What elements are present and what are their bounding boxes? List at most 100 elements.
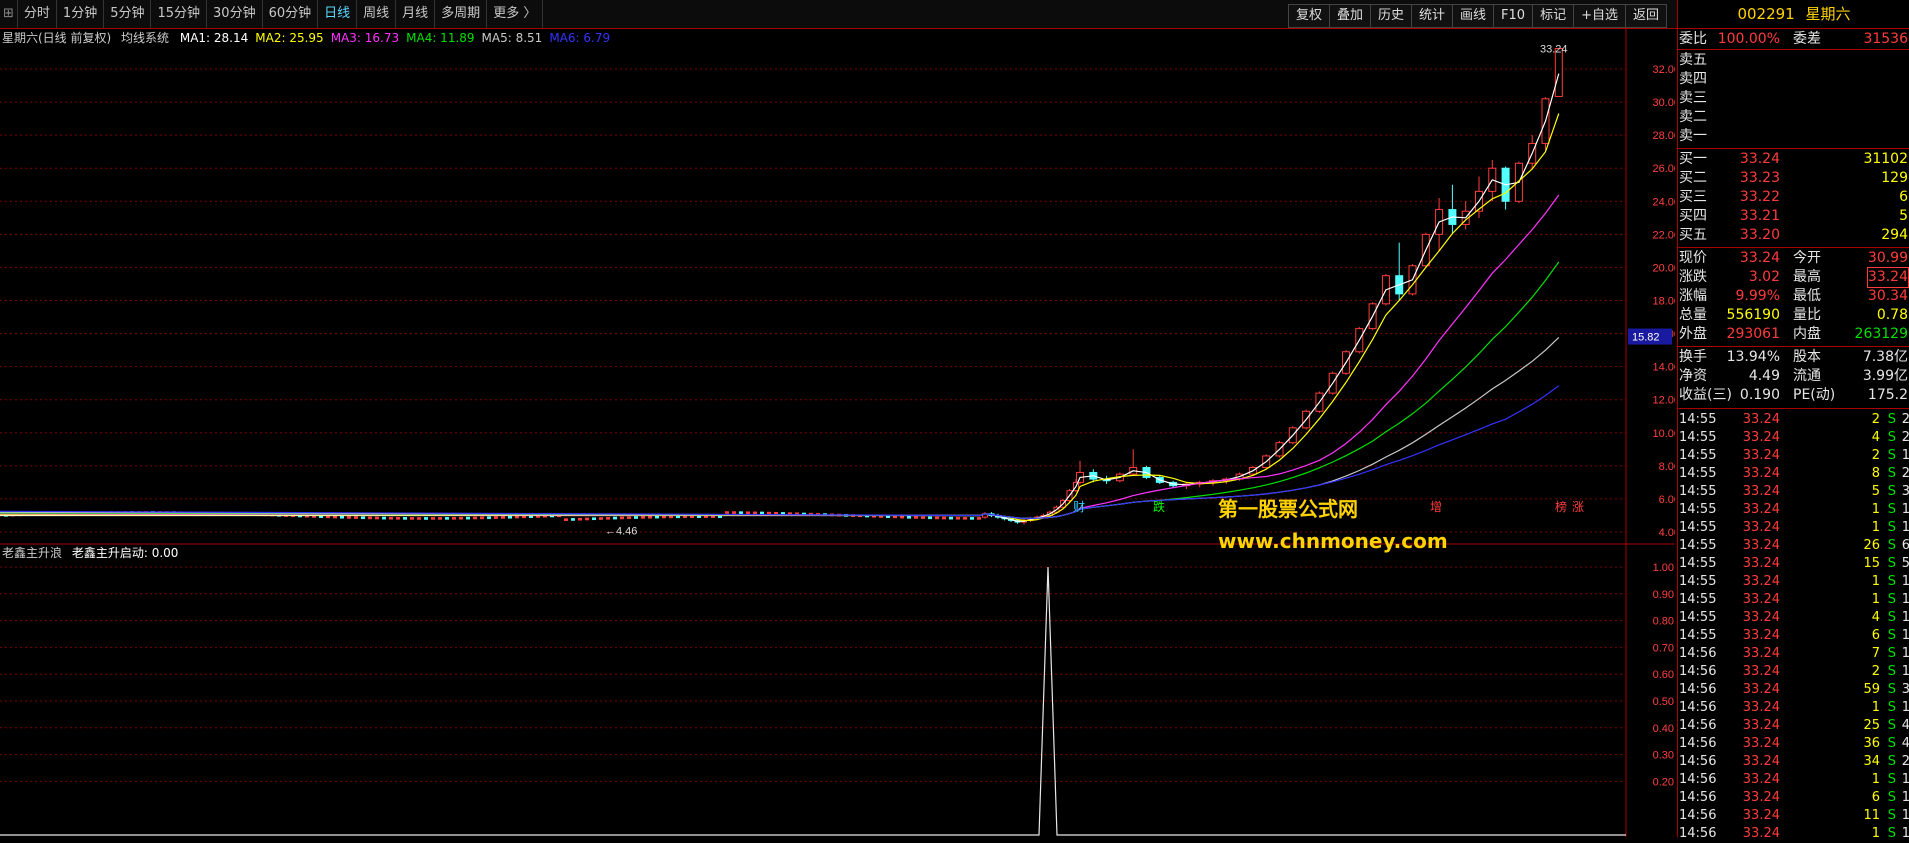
- separator: [1678, 49, 1909, 50]
- buy-row-0: 买一 33.24 31102: [1678, 150, 1909, 169]
- tick-volume: 6: [1871, 790, 1880, 805]
- candle: [361, 516, 365, 520]
- candle: [753, 511, 757, 515]
- tick-price: 33.24: [1742, 610, 1780, 625]
- stat-value: 33.24: [1866, 267, 1909, 288]
- tick-price: 33.24: [1742, 592, 1780, 607]
- fund-value: 13.94%: [1726, 349, 1780, 365]
- event-marker-4[interactable]: 涨: [1572, 499, 1584, 514]
- tick-row: 14:55 33.24 8 S 2: [1678, 465, 1909, 483]
- tick-count: 1: [1901, 502, 1909, 517]
- period-tab-2[interactable]: 5分钟: [104, 0, 152, 28]
- period-tab-6[interactable]: 日线: [318, 0, 358, 28]
- tick-side: S: [1887, 736, 1896, 751]
- quote-panel: 002291 星期六 委比 100.00% 委差 31536 卖五 卖四 卖三 卖二 卖一 买一 3…: [1677, 0, 1909, 841]
- candle: [571, 518, 575, 521]
- current-price-tag: 15.82: [1632, 332, 1660, 344]
- tick-side: S: [1887, 718, 1896, 733]
- candle: [375, 516, 379, 520]
- candle: [452, 516, 456, 520]
- period-tab-3[interactable]: 15分钟: [151, 0, 208, 28]
- period-tab-7[interactable]: 周线: [357, 0, 397, 28]
- fund-label: PE(动): [1793, 387, 1836, 403]
- sub-legend: 老鑫主升浪 老鑫主升启动: 0.00: [2, 544, 178, 561]
- candle: [585, 517, 589, 521]
- high-price-label: 33.24: [1540, 43, 1568, 55]
- candle: [949, 516, 953, 520]
- ma-legend-3: MA3: 16.73: [330, 31, 400, 45]
- period-tab-10[interactable]: 更多 〉: [487, 0, 544, 28]
- chart-area[interactable]: 32.00 30.00 28.00 26.00 24.00 22.00 20.00 18.00…: [0, 29, 1675, 837]
- tick-count: 3: [1901, 682, 1909, 697]
- price-tick-label: 20.00: [1652, 262, 1675, 274]
- tool-button-8[interactable]: 返回: [1624, 4, 1667, 28]
- tick-row: 14:56 33.24 34 S 2: [1678, 753, 1909, 771]
- tool-button-5[interactable]: F10: [1493, 4, 1533, 28]
- tool-button-4[interactable]: 画线: [1452, 4, 1494, 28]
- fund-label: 流通: [1793, 368, 1821, 384]
- tick-volume: 26: [1863, 538, 1880, 553]
- event-marker-1[interactable]: 跌: [1153, 499, 1165, 514]
- period-tab-4[interactable]: 30分钟: [207, 0, 263, 28]
- tool-button-0[interactable]: 复权: [1287, 4, 1329, 28]
- tick-row: 14:55 33.24 15 S 5: [1678, 555, 1909, 573]
- tick-time: 14:55: [1679, 448, 1717, 463]
- tick-count: 1: [1901, 574, 1909, 589]
- tick-side: S: [1887, 484, 1896, 499]
- price-tick-label: 10.00: [1652, 428, 1675, 440]
- tool-button-1[interactable]: 叠加: [1328, 4, 1370, 28]
- tick-count: 1: [1901, 448, 1909, 463]
- tick-volume: 4: [1871, 610, 1880, 625]
- tick-row: 14:56 33.24 59 S 3: [1678, 681, 1909, 699]
- stat-row-3: 总量 556190 量比 0.78: [1678, 306, 1909, 325]
- tick-price: 33.24: [1742, 430, 1780, 445]
- tick-price: 33.24: [1742, 700, 1780, 715]
- event-marker-0[interactable]: 财: [1073, 500, 1085, 514]
- tool-button-2[interactable]: 历史: [1369, 4, 1411, 28]
- candle: [473, 516, 477, 520]
- candle: [634, 516, 638, 519]
- ma-line-3: [0, 194, 1560, 520]
- period-tab-1[interactable]: 1分钟: [57, 0, 105, 28]
- tick-price: 33.24: [1742, 484, 1780, 499]
- tick-price: 33.24: [1742, 808, 1780, 823]
- stat-label: 涨跌: [1679, 269, 1707, 285]
- tick-side: S: [1887, 700, 1896, 715]
- tool-button-3[interactable]: 统计: [1411, 4, 1453, 28]
- period-tab-9[interactable]: 多周期: [435, 0, 488, 28]
- sub-tick-label: 0.50: [1653, 696, 1674, 708]
- separator: [1678, 148, 1909, 149]
- ma-legend-1: MA1: 28.14: [179, 31, 249, 45]
- ma-legend-2: MA2: 25.95: [255, 31, 324, 45]
- period-tab-8[interactable]: 月线: [396, 0, 436, 28]
- tick-side: S: [1887, 556, 1896, 571]
- period-tab-0[interactable]: 分时: [18, 0, 57, 28]
- period-tab-5[interactable]: 60分钟: [263, 0, 319, 28]
- separator: [1678, 346, 1909, 347]
- tick-count: 2: [1901, 466, 1909, 481]
- tick-price: 33.24: [1742, 682, 1780, 697]
- stock-name: 星期六: [1805, 5, 1851, 23]
- tick-price: 33.24: [1742, 628, 1780, 643]
- event-marker-2[interactable]: 增: [1430, 500, 1442, 514]
- tick-price: 33.24: [1742, 574, 1780, 589]
- tick-row: 14:55 33.24 4 S 1: [1678, 609, 1909, 627]
- tool-button-6[interactable]: 标记: [1532, 4, 1574, 28]
- kline-chart-svg[interactable]: 32.00 30.00 28.00 26.00 24.00 22.00 20.00 18.00…: [0, 29, 1675, 837]
- candle: [935, 516, 939, 520]
- sub-tick-label: 1.00: [1653, 562, 1674, 574]
- tick-time: 14:55: [1679, 538, 1717, 553]
- tick-count: 4: [1901, 736, 1909, 751]
- layout-toggle-button[interactable]: ⊞: [0, 0, 18, 28]
- tick-price: 33.24: [1742, 466, 1780, 481]
- tick-volume: 34: [1863, 754, 1880, 769]
- tick-row: 14:55 33.24 1 S 1: [1678, 501, 1909, 519]
- tick-row: 14:55 33.24 2 S 1: [1678, 447, 1909, 465]
- tool-button-7[interactable]: +自选: [1573, 4, 1625, 28]
- tick-price: 33.24: [1742, 826, 1780, 841]
- stat-label: 外盘: [1679, 326, 1707, 342]
- event-marker-3[interactable]: 榜: [1555, 499, 1567, 514]
- ma-line-2: [0, 113, 1560, 521]
- tick-count: 1: [1901, 592, 1909, 607]
- buy-volume: 31102: [1863, 151, 1908, 167]
